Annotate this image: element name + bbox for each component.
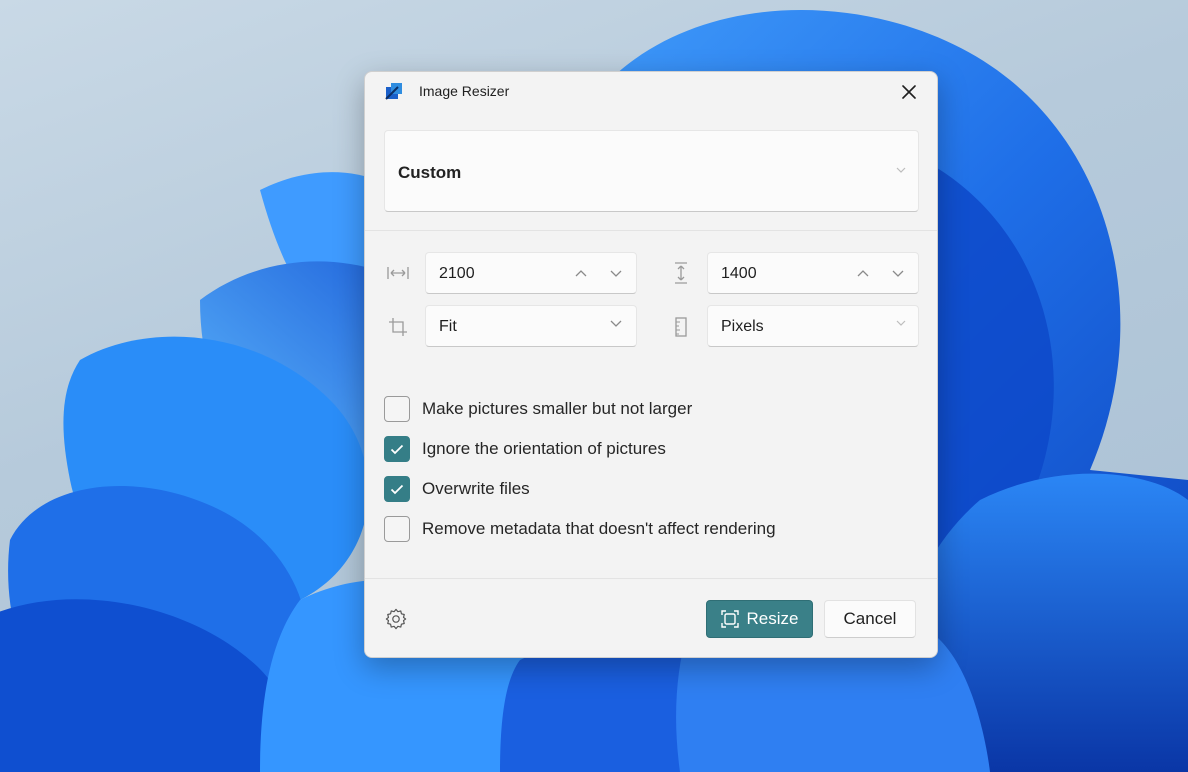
- option-remove-metadata[interactable]: Remove metadata that doesn't affect rend…: [384, 515, 776, 543]
- chevron-down-icon: [610, 270, 622, 277]
- checkbox-ignore-orientation[interactable]: [384, 436, 410, 462]
- image-resizer-icon: [385, 83, 402, 100]
- checkmark-icon: [390, 444, 404, 454]
- resize-label: Resize: [746, 609, 799, 628]
- checkbox-smaller-not-larger[interactable]: [384, 396, 410, 422]
- option-label: Remove metadata that doesn't affect rend…: [422, 519, 776, 538]
- option-label: Make pictures smaller but not larger: [422, 399, 693, 418]
- image-resizer-dialog: Image Resizer Custom 2100 1400 Fit Pixel…: [364, 71, 938, 658]
- resize-button[interactable]: Resize: [706, 600, 813, 638]
- title-bar[interactable]: Image Resizer: [365, 72, 937, 112]
- divider: [365, 230, 937, 231]
- width-increase-button[interactable]: [571, 263, 591, 283]
- cancel-button[interactable]: Cancel: [824, 600, 916, 638]
- gear-icon: [385, 608, 407, 630]
- close-icon: [902, 85, 916, 99]
- close-button[interactable]: [893, 76, 925, 108]
- fit-selected-value: Fit: [439, 318, 457, 335]
- width-stepper[interactable]: 2100: [425, 252, 637, 294]
- settings-button[interactable]: [385, 608, 409, 632]
- option-label: Ignore the orientation of pictures: [422, 439, 666, 458]
- preset-dropdown[interactable]: Custom: [384, 130, 919, 212]
- ruler-icon: [670, 316, 692, 338]
- option-smaller-not-larger[interactable]: Make pictures smaller but not larger: [384, 395, 692, 423]
- resize-icon: [720, 610, 739, 628]
- width-icon: [387, 262, 409, 284]
- footer-bar: Resize Cancel: [365, 579, 937, 657]
- chevron-up-icon: [575, 269, 587, 276]
- height-value: 1400: [721, 265, 757, 282]
- width-decrease-button[interactable]: [606, 263, 626, 283]
- preset-selected-value: Custom: [398, 163, 462, 182]
- checkmark-icon: [390, 484, 404, 494]
- crop-icon: [387, 316, 409, 338]
- chevron-down-icon: [896, 167, 906, 173]
- window-title: Image Resizer: [419, 83, 510, 99]
- height-increase-button[interactable]: [853, 263, 873, 283]
- fit-dropdown[interactable]: Fit: [425, 305, 637, 347]
- width-value: 2100: [439, 265, 475, 282]
- desktop: Image Resizer Custom 2100 1400 Fit Pixel…: [0, 0, 1188, 772]
- option-label: Overwrite files: [422, 479, 530, 498]
- option-ignore-orientation[interactable]: Ignore the orientation of pictures: [384, 435, 666, 463]
- chevron-down-icon: [896, 320, 906, 326]
- height-stepper[interactable]: 1400: [707, 252, 919, 294]
- height-decrease-button[interactable]: [888, 263, 908, 283]
- checkbox-remove-metadata[interactable]: [384, 516, 410, 542]
- chevron-up-icon: [857, 269, 869, 276]
- option-overwrite-files[interactable]: Overwrite files: [384, 475, 530, 503]
- unit-selected-value: Pixels: [721, 318, 764, 335]
- chevron-down-icon: [892, 270, 904, 277]
- unit-dropdown[interactable]: Pixels: [707, 305, 919, 347]
- checkbox-overwrite-files[interactable]: [384, 476, 410, 502]
- height-icon: [670, 262, 692, 284]
- chevron-down-icon: [610, 320, 622, 327]
